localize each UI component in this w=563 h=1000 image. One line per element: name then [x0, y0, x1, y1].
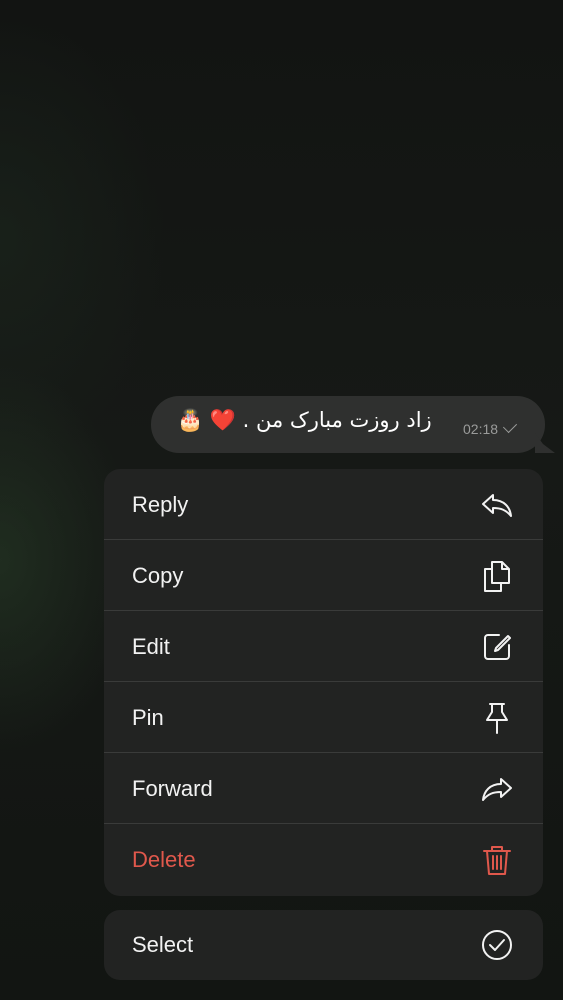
context-menu: Reply Copy Edit Pin Forward Delete [104, 469, 543, 896]
message-bubble[interactable]: زاد روزت مبارک من . ❤️ 🎂 02:18 [151, 396, 555, 453]
reply-icon [479, 487, 515, 523]
pin-icon [479, 700, 515, 736]
menu-item-edit[interactable]: Edit [104, 611, 543, 682]
menu-item-label: Edit [132, 634, 170, 659]
menu-item-label: Copy [132, 563, 184, 588]
menu-item-delete[interactable]: Delete [104, 824, 543, 896]
menu-item-select[interactable]: Select [104, 910, 543, 980]
menu-item-label: Pin [132, 705, 164, 730]
menu-item-label: Reply [132, 492, 189, 517]
trash-icon [479, 842, 515, 878]
message-time: 02:18 [463, 421, 499, 437]
menu-item-forward[interactable]: Forward [104, 753, 543, 824]
message-meta: 02:18 [463, 418, 518, 437]
message-text: زاد روزت مبارک من . ❤️ 🎂 [177, 408, 432, 432]
check-circle-icon [479, 927, 515, 963]
menu-item-copy[interactable]: Copy [104, 540, 543, 611]
menu-item-label: Select [132, 932, 194, 957]
forward-icon [479, 771, 515, 807]
bubble-tail [535, 433, 555, 453]
menu-item-label: Delete [132, 847, 196, 872]
edit-icon [479, 629, 515, 665]
menu-item-reply[interactable]: Reply [104, 469, 543, 540]
menu-item-label: Forward [132, 776, 213, 801]
sent-check-icon [502, 418, 518, 434]
copy-icon [479, 558, 515, 594]
menu-item-pin[interactable]: Pin [104, 682, 543, 753]
